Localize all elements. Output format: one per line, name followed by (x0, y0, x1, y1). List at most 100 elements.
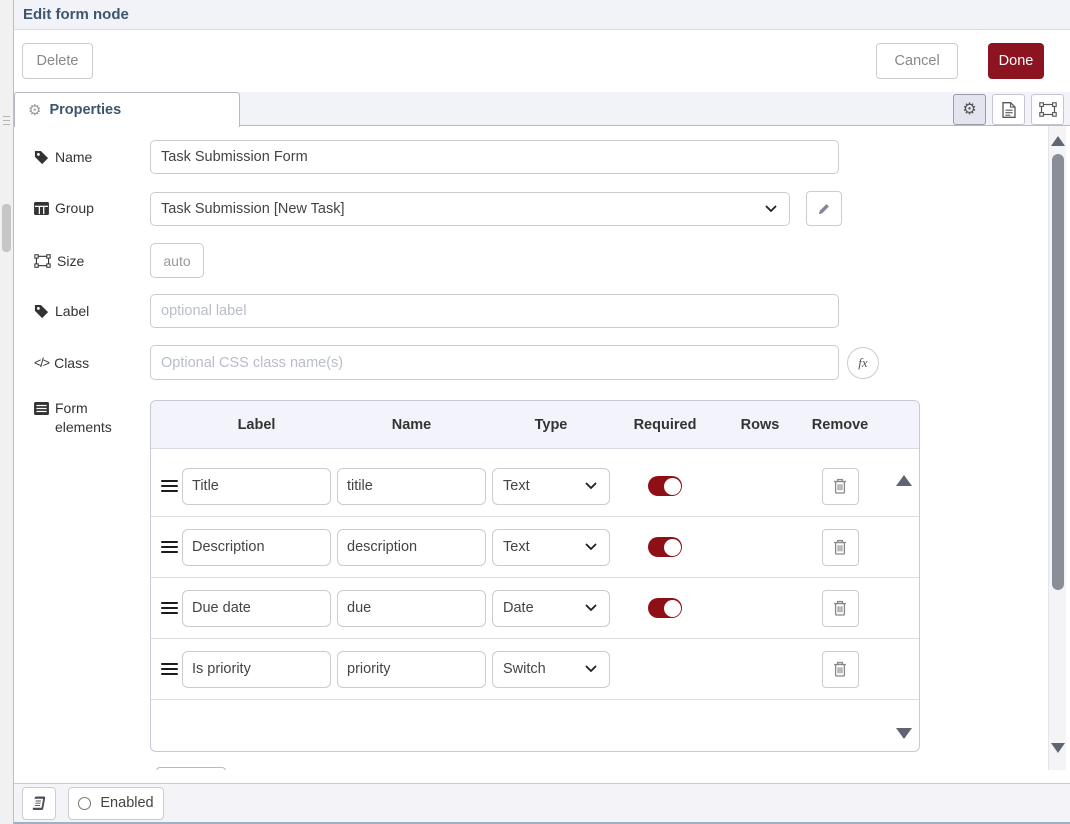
size-auto-button[interactable]: auto (150, 243, 204, 278)
tab-properties-label: Properties (49, 102, 121, 118)
node-help-button[interactable] (22, 787, 56, 820)
scroll-down-icon[interactable] (1051, 743, 1065, 753)
header-name: Name (337, 417, 486, 433)
field-row-label: Label (14, 294, 1070, 328)
workspace-left-rail (0, 0, 14, 824)
cancel-button[interactable]: Cancel (876, 43, 958, 79)
drag-handle-icon[interactable] (161, 480, 178, 493)
element-type-value: Text (503, 539, 530, 555)
properties-tab-button[interactable]: ⚙ (953, 94, 986, 125)
header-type: Type (492, 417, 610, 433)
gear-icon: ⚙ (28, 103, 41, 118)
trash-icon (833, 600, 847, 616)
table-icon (34, 202, 49, 215)
size-icon (34, 254, 51, 268)
class-label: Class (54, 355, 89, 371)
group-label: Group (55, 200, 94, 216)
element-name-input[interactable] (337, 651, 486, 688)
element-type-select[interactable]: Text (492, 529, 610, 566)
element-type-select[interactable]: Date (492, 590, 610, 627)
drag-handle-icon[interactable] (161, 663, 178, 676)
tag-icon (34, 304, 49, 319)
element-label-input[interactable] (182, 529, 331, 566)
edit-group-button[interactable] (806, 191, 842, 226)
rail-scrollbar-thumb[interactable] (2, 204, 11, 252)
form-elements-panel: Label Name Type Required Rows Remove Tex… (150, 400, 920, 752)
header-remove: Remove (800, 417, 880, 433)
chevron-down-icon (765, 205, 777, 213)
name-input[interactable] (150, 140, 839, 174)
description-tab-button[interactable] (992, 94, 1025, 125)
required-toggle-on[interactable] (648, 476, 682, 496)
gear-icon: ⚙ (962, 102, 976, 118)
remove-element-button[interactable] (822, 529, 859, 566)
chevron-down-icon (585, 543, 597, 551)
tab-bar: ⚙ Properties ⚙ (14, 92, 1070, 126)
elements-list: Text (151, 449, 919, 751)
group-select[interactable]: Task Submission [New Task] (150, 192, 790, 226)
rail-grip (3, 116, 10, 128)
label-input[interactable] (150, 294, 839, 328)
element-name-input[interactable] (337, 529, 486, 566)
drag-handle-icon[interactable] (161, 541, 178, 554)
dialog-scrollbar[interactable] (1048, 126, 1066, 770)
elements-table-header: Label Name Type Required Rows Remove (151, 401, 919, 449)
dialog-footer: Enabled (14, 770, 1070, 824)
element-type-value: Date (503, 600, 534, 616)
element-label-input[interactable] (182, 590, 331, 627)
element-name-input[interactable] (337, 590, 486, 627)
element-type-select[interactable]: Text (492, 468, 610, 505)
chevron-down-icon (585, 482, 597, 490)
form-elements-label: Form elements (55, 399, 119, 437)
element-name-input[interactable] (337, 468, 486, 505)
list-scroll-up-icon[interactable] (896, 475, 912, 486)
field-row-group: Group Task Submission [New Task] (14, 191, 1070, 226)
remove-element-button[interactable] (822, 590, 859, 627)
class-input[interactable] (150, 345, 839, 380)
scroll-up-icon[interactable] (1051, 136, 1065, 146)
properties-panel: Name Group T (14, 126, 1070, 770)
enabled-label: Enabled (100, 795, 153, 811)
name-label: Name (55, 149, 92, 165)
element-type-value: Text (503, 478, 530, 494)
field-row-class: </> Class fx (14, 345, 1070, 380)
group-select-value: Task Submission [New Task] (161, 201, 344, 217)
tab-properties[interactable]: ⚙ Properties (14, 92, 240, 127)
element-row: Switch (151, 639, 919, 700)
label-label: Label (55, 303, 89, 319)
object-group-icon (1039, 102, 1057, 117)
size-label: Size (57, 253, 84, 269)
remove-element-button[interactable] (822, 651, 859, 688)
chevron-down-icon (585, 665, 597, 673)
done-button[interactable]: Done (988, 43, 1044, 79)
required-toggle-on[interactable] (648, 598, 682, 618)
drag-handle-icon[interactable] (161, 602, 178, 615)
header-required: Required (610, 417, 720, 433)
dialog-toolbar: Delete Cancel Done (14, 30, 1070, 92)
element-row: Date (151, 578, 919, 639)
appearance-tab-button[interactable] (1031, 94, 1064, 125)
fx-expression-button[interactable]: fx (847, 347, 879, 379)
enabled-toggle-button[interactable]: Enabled (68, 787, 164, 820)
scrollbar-thumb[interactable] (1052, 154, 1064, 590)
element-row: Text (151, 517, 919, 578)
dialog-title: Edit form node (14, 0, 1070, 30)
code-icon: </> (34, 356, 49, 370)
add-element-button-partial[interactable] (156, 767, 226, 770)
delete-button[interactable]: Delete (22, 43, 93, 79)
field-row-size: Size auto (14, 243, 1070, 278)
trash-icon (833, 539, 847, 555)
pencil-icon (817, 202, 831, 216)
tag-icon (34, 150, 49, 165)
element-type-select[interactable]: Switch (492, 651, 610, 688)
list-scroll-down-icon[interactable] (896, 728, 912, 739)
remove-element-button[interactable] (822, 468, 859, 505)
chevron-down-icon (585, 604, 597, 612)
required-toggle-on[interactable] (648, 537, 682, 557)
element-label-input[interactable] (182, 651, 331, 688)
trash-icon (833, 661, 847, 677)
header-rows: Rows (720, 417, 800, 433)
element-row: Text (151, 456, 919, 517)
element-label-input[interactable] (182, 468, 331, 505)
document-icon (1002, 102, 1016, 118)
